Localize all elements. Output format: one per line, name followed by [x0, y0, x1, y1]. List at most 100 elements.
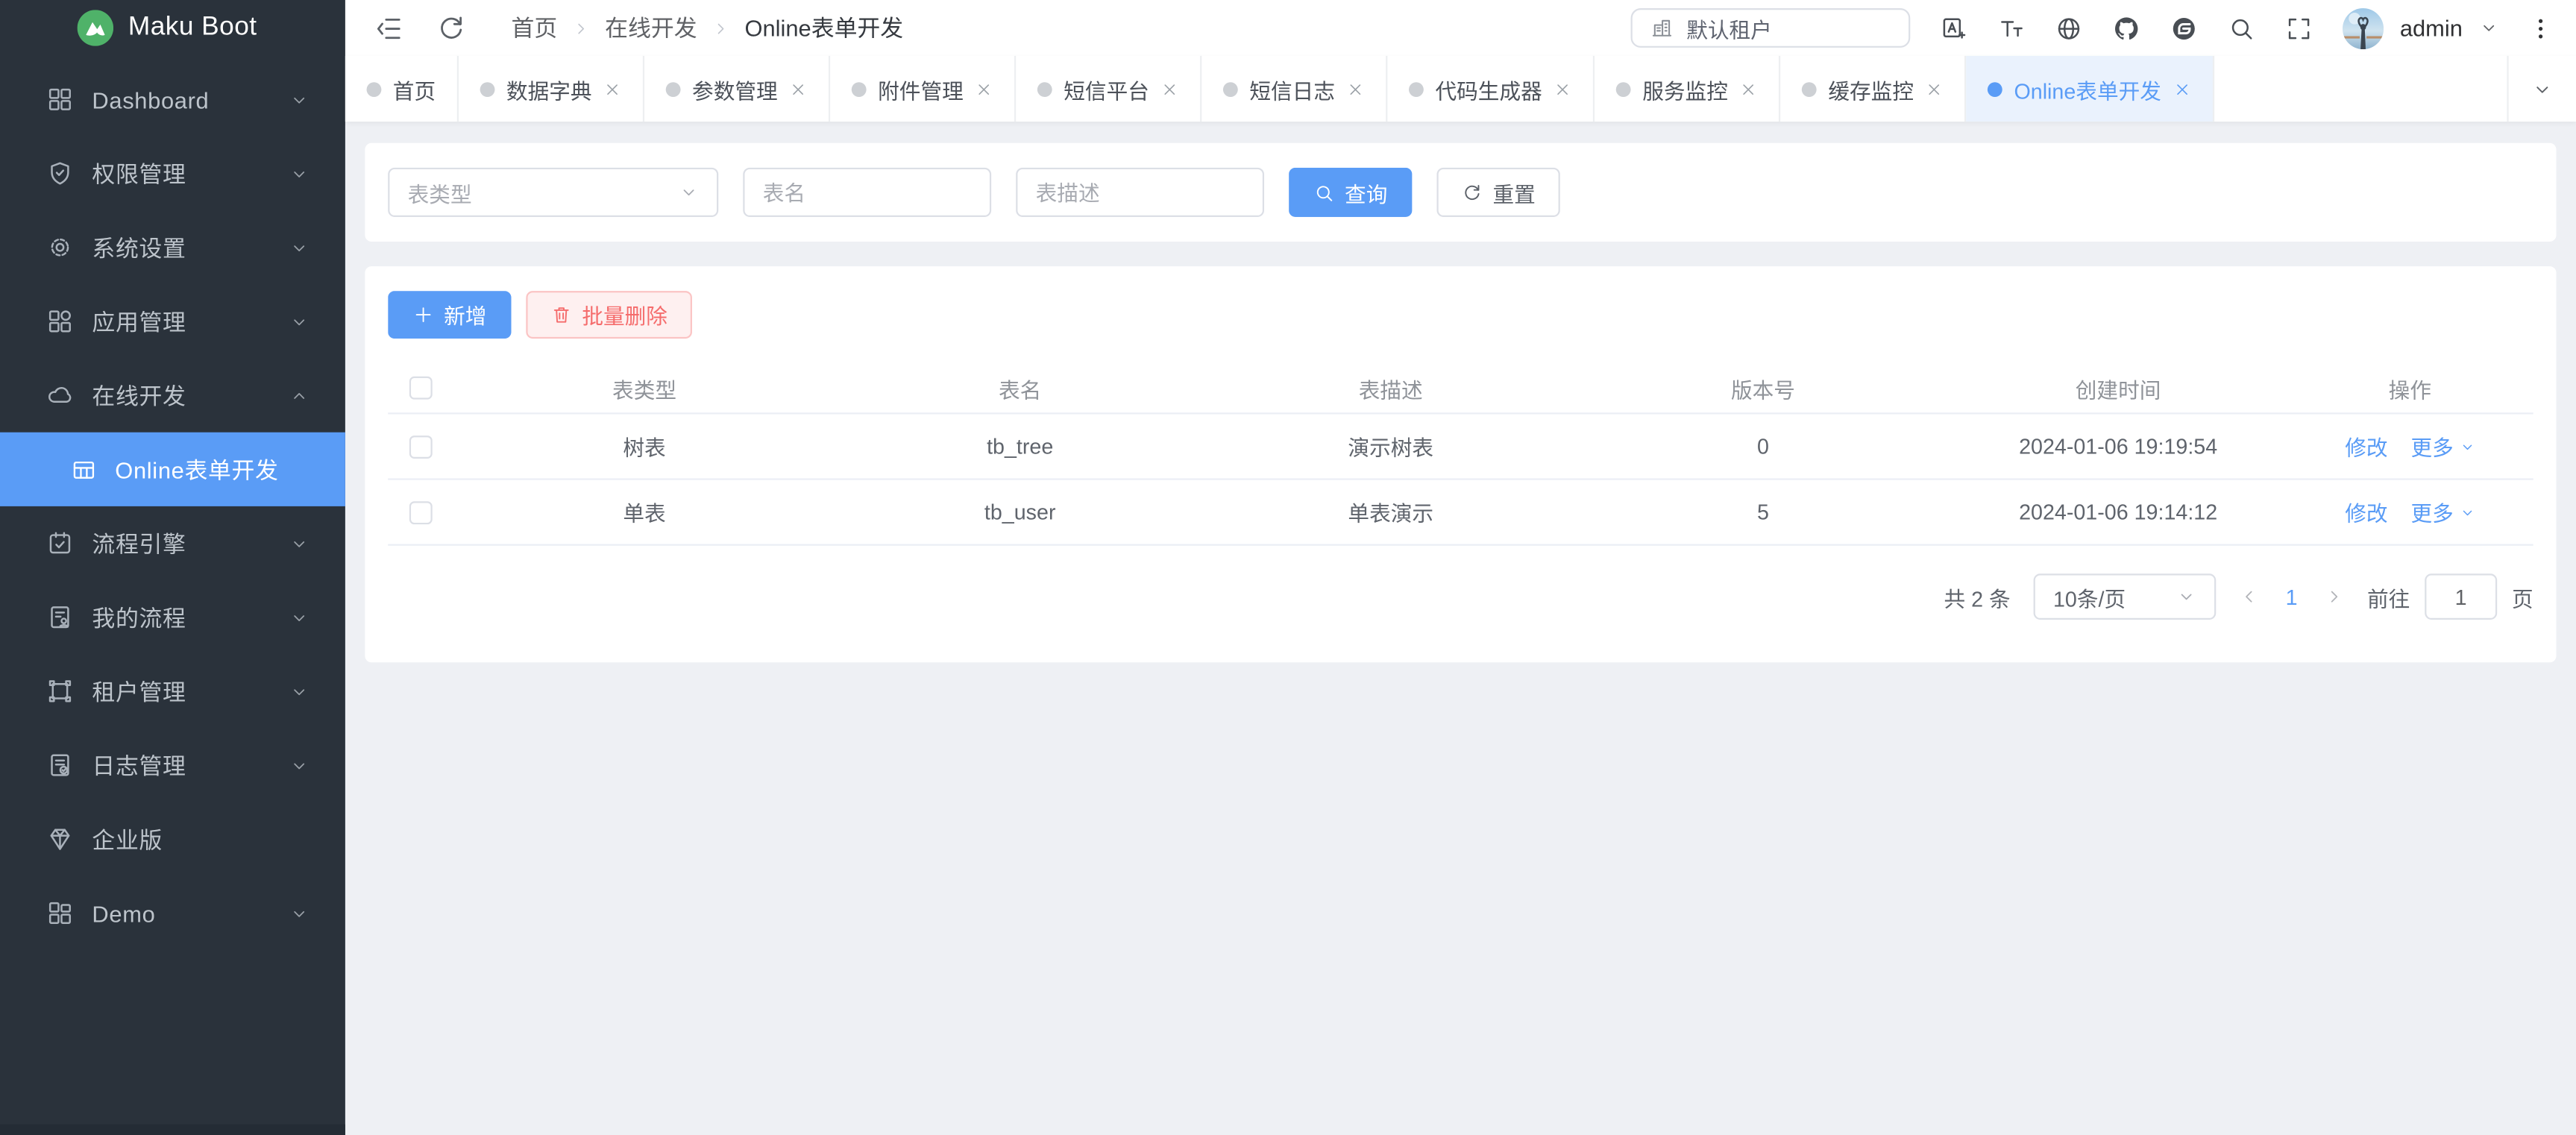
globe-icon[interactable] [2055, 14, 2082, 42]
sidebar-item-demo[interactable]: Demo [0, 876, 345, 950]
sidebar-item-my-workflow[interactable]: 我的流程 [0, 580, 345, 654]
more-link[interactable]: 更多 [2410, 431, 2475, 462]
demo-grid-icon [46, 899, 74, 927]
tab-list-dropdown[interactable] [2507, 56, 2576, 122]
cell-version: 0 [1577, 434, 1950, 459]
tab-cache-monitor[interactable]: 缓存监控 [1780, 56, 1966, 122]
tab-sms-log[interactable]: 短信日志 [1201, 56, 1387, 122]
collapse-sidebar-icon[interactable] [373, 13, 404, 44]
close-icon[interactable] [1554, 80, 1571, 98]
gitee-icon[interactable] [2170, 14, 2197, 42]
sidebar-footer [0, 1124, 345, 1135]
add-button[interactable]: 新增 [388, 291, 511, 339]
page-size-value: 10条/页 [2053, 581, 2126, 612]
sidebar-item-tenant-management[interactable]: 租户管理 [0, 654, 345, 728]
sidebar-item-workflow-engine[interactable]: 流程引擎 [0, 506, 345, 580]
sidebar-item-online-dev[interactable]: 在线开发 [0, 359, 345, 433]
close-icon[interactable] [1346, 80, 1364, 98]
tab-dot-icon [1616, 81, 1631, 96]
next-page-icon[interactable] [2325, 587, 2344, 606]
close-icon[interactable] [603, 80, 621, 98]
close-icon[interactable] [1739, 80, 1757, 98]
select-all-checkbox[interactable] [409, 377, 433, 400]
apps-icon [46, 307, 74, 335]
calendar-check-icon [46, 529, 74, 557]
column-header-table-name: 表名 [835, 372, 1205, 403]
table-panel: 新增 批量删除 表类型 表名 表描述 版本号 创建时间 [365, 266, 2556, 662]
search-button[interactable]: 查询 [1289, 168, 1412, 217]
translate-icon[interactable] [1940, 14, 1967, 42]
tab-code-generator[interactable]: 代码生成器 [1388, 56, 1595, 122]
tenant-select[interactable]: 默认租户 [1630, 8, 1910, 48]
tab-label: 数据字典 [506, 73, 592, 104]
tab-home[interactable]: 首页 [345, 56, 459, 122]
batch-delete-button[interactable]: 批量删除 [526, 291, 692, 339]
font-size-icon[interactable] [1997, 14, 2025, 42]
chevron-down-icon [289, 607, 309, 626]
table-name-input[interactable] [743, 168, 991, 217]
search-icon[interactable] [2227, 14, 2255, 42]
building-icon [1650, 16, 1674, 40]
app-window: Maku Boot Dashboard 权限管理 系统设置 应用管理 [0, 0, 2576, 1135]
page-number-current[interactable]: 1 [2284, 585, 2300, 609]
close-icon[interactable] [789, 80, 807, 98]
close-icon[interactable] [2173, 80, 2190, 98]
sidebar-item-system-settings[interactable]: 系统设置 [0, 210, 345, 284]
tab-param-management[interactable]: 参数管理 [644, 56, 830, 122]
github-icon[interactable] [2112, 14, 2140, 42]
shield-check-icon [46, 160, 74, 187]
page-size-select[interactable]: 10条/页 [2034, 573, 2217, 620]
tab-data-dictionary[interactable]: 数据字典 [459, 56, 644, 122]
fullscreen-icon[interactable] [2285, 14, 2313, 42]
app-title: Maku Boot [128, 13, 257, 43]
chevron-down-icon [289, 312, 309, 331]
goto-page-input[interactable] [2425, 573, 2497, 620]
edit-link[interactable]: 修改 [2345, 431, 2387, 462]
sidebar-item-label: 租户管理 [92, 675, 289, 708]
sidebar-item-label: 在线开发 [92, 379, 289, 412]
kebab-menu-icon[interactable] [2528, 16, 2553, 40]
batch-delete-button-label: 批量删除 [582, 299, 667, 330]
cell-created: 2024-01-06 19:14:12 [1950, 500, 2287, 524]
tab-dot-icon [852, 81, 867, 96]
table-type-select[interactable]: 表类型 [388, 168, 718, 217]
chevron-up-icon [289, 386, 309, 405]
tab-online-form[interactable]: Online表单开发 [1967, 56, 2214, 122]
goto-page: 前往 页 [2367, 573, 2533, 620]
row-checkbox[interactable] [409, 435, 433, 458]
sidebar-item-permission[interactable]: 权限管理 [0, 136, 345, 210]
cell-table-name: tb_user [835, 500, 1205, 524]
search-icon [1313, 182, 1335, 204]
close-icon[interactable] [1160, 80, 1178, 98]
tenant-select-value: 默认租户 [1686, 13, 1772, 44]
edit-link[interactable]: 修改 [2345, 497, 2387, 528]
breadcrumb-item-online-dev[interactable]: 在线开发 [605, 11, 697, 44]
username-label: admin [2400, 15, 2463, 41]
chevron-down-icon [2176, 587, 2196, 606]
maku-logo-icon [78, 10, 113, 45]
table-grid-icon [71, 456, 97, 482]
more-link[interactable]: 更多 [2410, 497, 2475, 528]
reset-button[interactable]: 重置 [1437, 168, 1560, 217]
close-icon[interactable] [975, 80, 993, 98]
cell-table-type: 树表 [453, 431, 835, 462]
sidebar-item-app-management[interactable]: 应用管理 [0, 284, 345, 358]
sidebar: Maku Boot Dashboard 权限管理 系统设置 应用管理 [0, 0, 345, 1135]
diamond-icon [46, 826, 74, 853]
prev-page-icon[interactable] [2239, 587, 2258, 606]
row-checkbox[interactable] [409, 500, 433, 524]
dashboard-icon [46, 86, 74, 113]
breadcrumb-item-home[interactable]: 首页 [512, 11, 558, 44]
sidebar-item-enterprise[interactable]: 企业版 [0, 802, 345, 876]
close-icon[interactable] [1925, 80, 1943, 98]
add-button-label: 新增 [444, 299, 486, 330]
tab-attachment-management[interactable]: 附件管理 [830, 56, 1016, 122]
refresh-icon[interactable] [436, 13, 467, 44]
sidebar-item-online-form[interactable]: Online表单开发 [0, 433, 345, 506]
sidebar-item-log-management[interactable]: 日志管理 [0, 728, 345, 802]
sidebar-item-dashboard[interactable]: Dashboard [0, 63, 345, 136]
user-menu[interactable]: admin [2343, 7, 2499, 48]
tab-sms-platform[interactable]: 短信平台 [1016, 56, 1201, 122]
tab-service-monitor[interactable]: 服务监控 [1595, 56, 1780, 122]
table-desc-input[interactable] [1016, 168, 1264, 217]
